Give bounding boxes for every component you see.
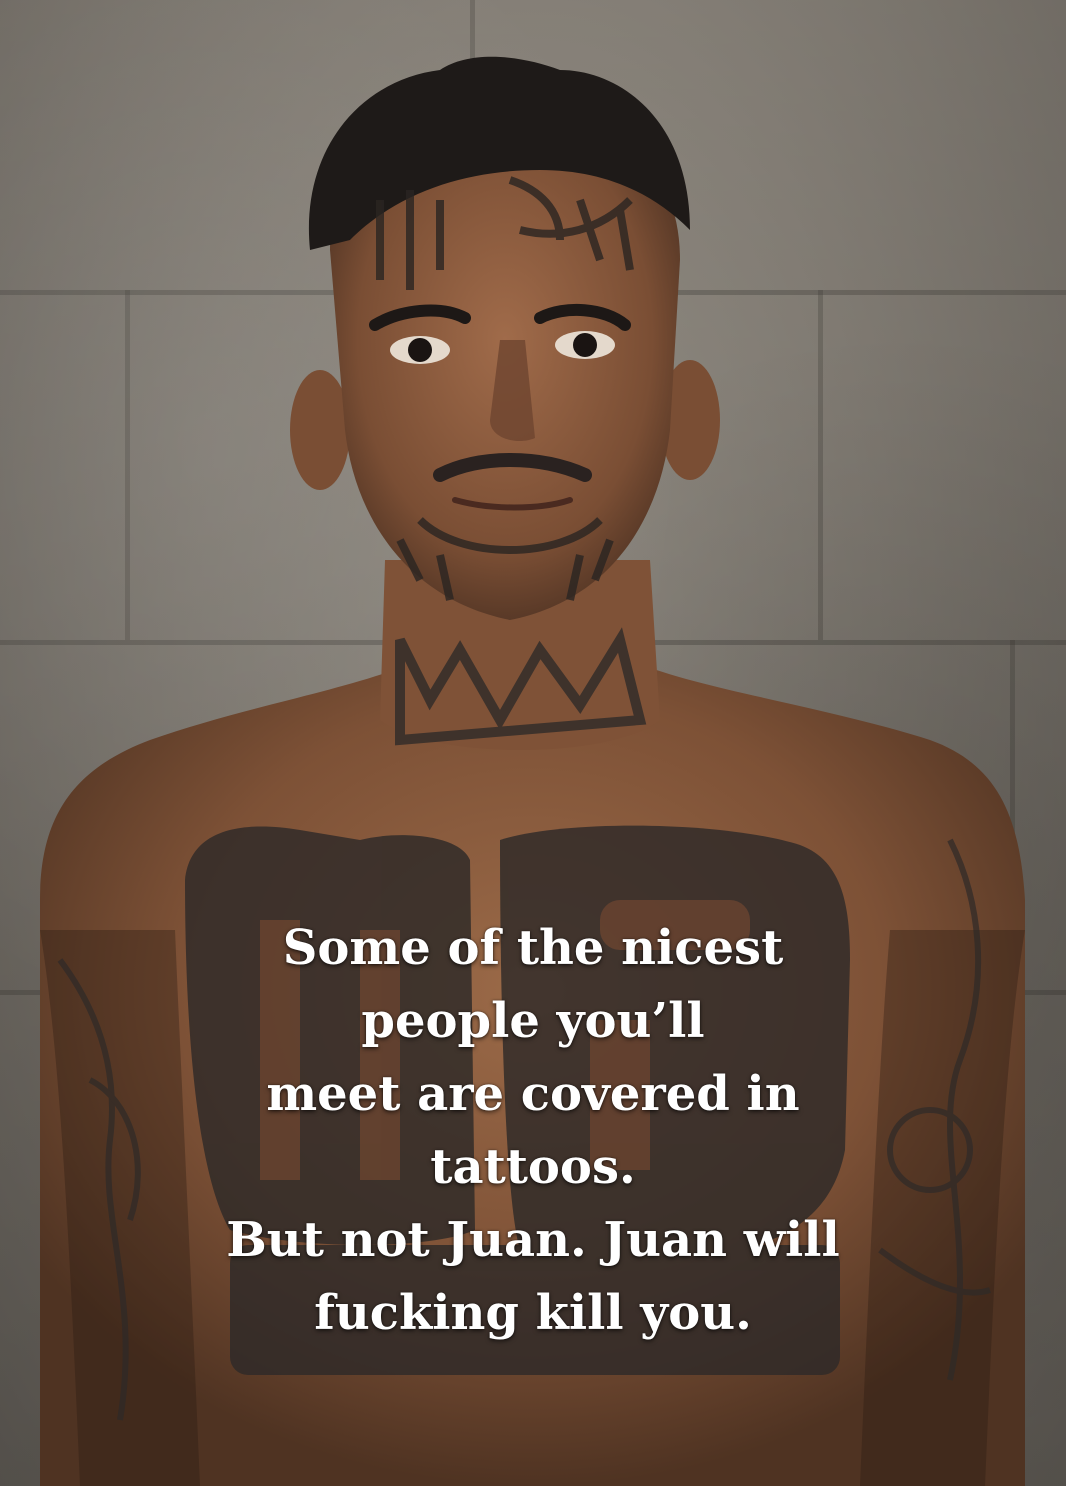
meme-photo: Some of the nicest people you’ll meet ar… xyxy=(0,0,1066,1486)
left-ear xyxy=(290,370,350,490)
caption-line: Some of the nicest xyxy=(282,920,784,976)
meme-caption: Some of the nicest people you’ll meet ar… xyxy=(133,912,933,1350)
left-iris xyxy=(408,338,432,362)
caption-line: people you’ll xyxy=(361,993,705,1049)
caption-line: tattoos. xyxy=(430,1139,636,1195)
caption-line: fucking kill you. xyxy=(314,1285,752,1341)
right-iris xyxy=(573,333,597,357)
caption-line: But not Juan. Juan will xyxy=(226,1212,840,1268)
caption-line: meet are covered in xyxy=(266,1066,800,1122)
